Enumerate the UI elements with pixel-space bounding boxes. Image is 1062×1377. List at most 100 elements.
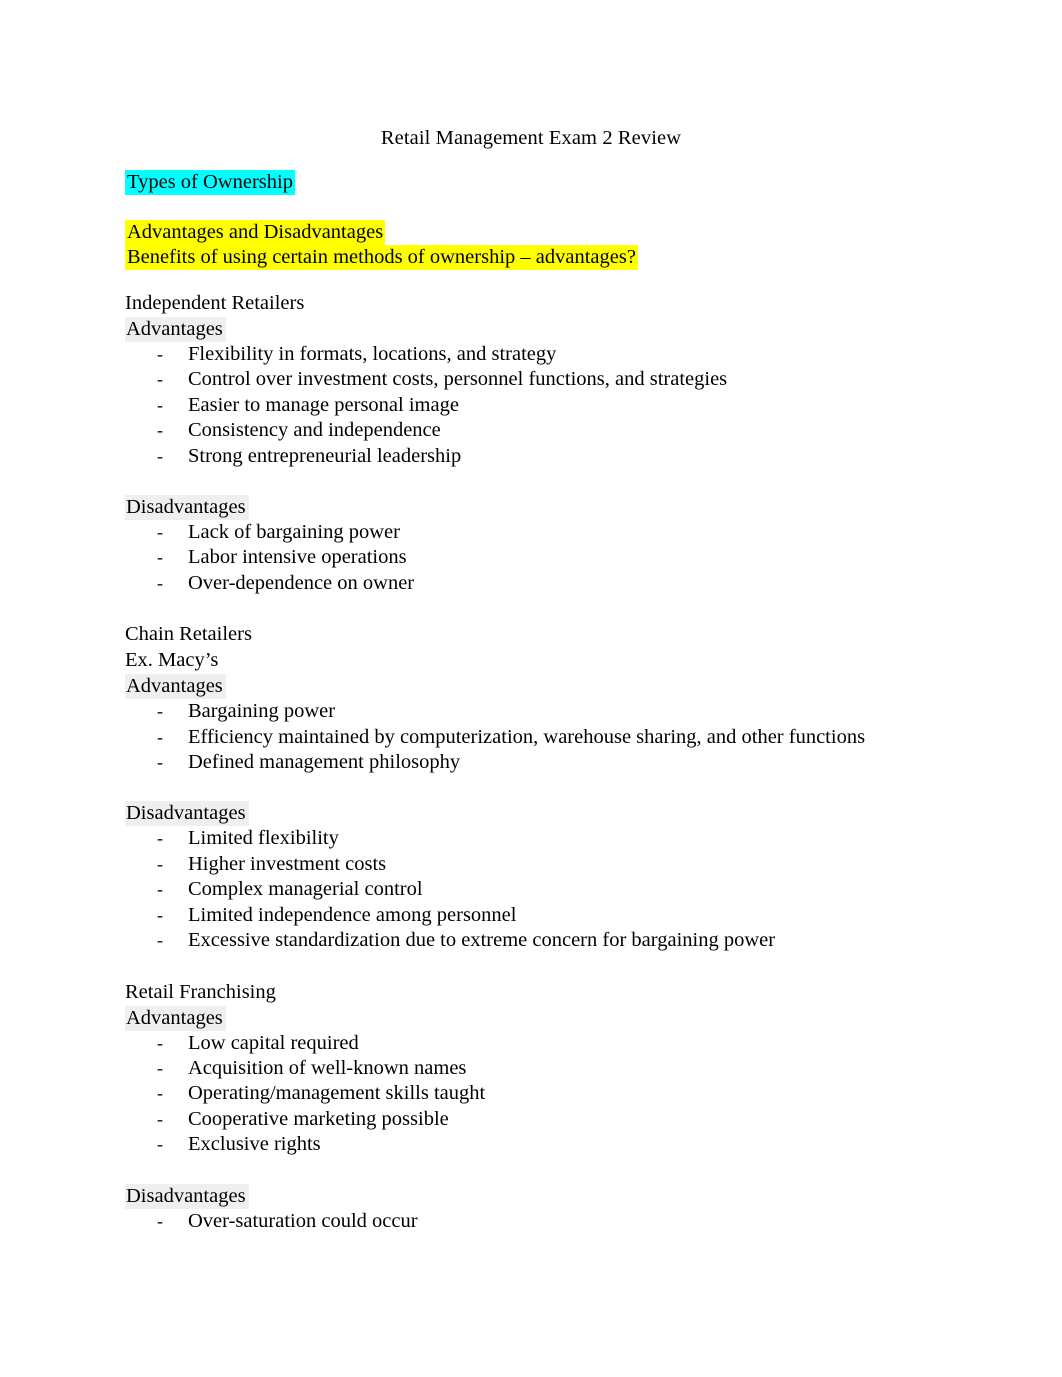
list-item: - Over-saturation could occur [125, 1209, 1005, 1234]
disadvantages-list: - Lack of bargaining power - Labor intensi… [125, 520, 1005, 596]
list-item-text: Control over investment costs, personnel… [188, 368, 728, 391]
section-chain-retailers: Chain Retailers Ex. Macy’s Advantages - B… [125, 621, 1005, 953]
bullet-dash-icon: - [157, 344, 163, 364]
list-item-text: Higher investment costs [188, 852, 387, 875]
list-item-text: Limited independence among personnel [188, 903, 517, 926]
prompt-line-1: Advantages and Disadvantages [125, 220, 1005, 245]
document-body: Types of Ownership Advantages and Disadv… [125, 170, 1005, 1234]
bullet-dash-icon: - [157, 904, 163, 925]
bullet-dash-icon: - [157, 445, 163, 466]
bullet-dash-icon: - [157, 572, 163, 593]
section-example: Ex. Macy’s [125, 649, 219, 672]
list-item: - Complex managerial control [125, 877, 1005, 902]
list-item-text: Cooperative marketing possible [188, 1107, 449, 1130]
list-item: - Bargaining power [125, 699, 1005, 724]
list-item: - Low capital required [125, 1031, 1005, 1056]
list-item-text: Flexibility in formats, locations, and s… [188, 343, 557, 365]
list-item: - Lack of bargaining power [125, 520, 1005, 545]
disadvantages-list: - Over-saturation could occur [125, 1209, 1005, 1234]
bullet-dash-icon: - [157, 1108, 163, 1129]
list-item: - Easier to manage personal image [125, 393, 1005, 418]
advantages-heading: Advantages [125, 316, 1005, 342]
bullet-dash-icon: - [157, 1210, 163, 1231]
prompt-line-2-highlighted: Benefits of using certain methods of own… [125, 245, 638, 270]
list-item-text: Over-dependence on owner [188, 571, 415, 594]
advantages-list: - Low capital required - Acquisition of we… [125, 1031, 1005, 1158]
advantages-list: - Bargaining power - Efficiency maintained… [125, 699, 1005, 775]
list-item-text: Labor intensive operations [188, 546, 407, 569]
section-heading: Retail Franchising [125, 980, 276, 1003]
disadvantages-heading: Disadvantages [125, 494, 1005, 521]
topic-heading-line: Types of Ownership [125, 170, 1005, 195]
list-item: - Strong entrepreneurial leadership [125, 444, 1005, 469]
list-item: - Limited flexibility [125, 826, 1005, 851]
prompt-line-2: Benefits of using certain methods of own… [125, 245, 1005, 270]
section-heading: Independent Retailers [125, 292, 305, 314]
list-item: - Higher investment costs [125, 852, 1005, 877]
bullet-dash-icon: - [157, 879, 163, 900]
list-item-text: Defined management philosophy [188, 751, 461, 774]
advantages-list: - Flexibility in formats, locations, and … [125, 342, 1005, 469]
list-item: - Exclusive rights [125, 1132, 1005, 1157]
bullet-dash-icon: - [157, 853, 163, 874]
list-item-text: Exclusive rights [188, 1133, 321, 1156]
list-item: - Control over investment costs, personne… [125, 367, 1005, 392]
section-heading: Chain Retailers [125, 623, 252, 646]
bullet-dash-icon: - [157, 1083, 163, 1104]
section-independent-retailers: Independent Retailers Advantages - Flexib… [125, 290, 1005, 596]
page-title: Retail Management Exam 2 Review [380, 127, 682, 149]
advantages-heading: Advantages [125, 673, 1005, 700]
list-item: - Labor intensive operations [125, 545, 1005, 570]
disadvantages-heading: Disadvantages [125, 1183, 1005, 1209]
bullet-dash-icon: - [157, 522, 163, 543]
bullet-dash-icon: - [157, 828, 163, 849]
list-item-text: Complex managerial control [188, 878, 423, 901]
list-item: - Operating/management skills taught [125, 1081, 1005, 1106]
bullet-dash-icon: - [157, 394, 163, 415]
bullet-dash-icon: - [157, 930, 163, 951]
list-item: - Flexibility in formats, locations, and … [125, 342, 1005, 367]
list-item: - Acquisition of well-known names [125, 1056, 1005, 1081]
list-item-text: Over-saturation could occur [188, 1209, 418, 1232]
list-item-text: Lack of bargaining power [188, 521, 400, 544]
bullet-dash-icon: - [157, 1134, 163, 1155]
bullet-dash-icon: - [157, 547, 163, 568]
list-item-text: Operating/management skills taught [188, 1082, 486, 1105]
list-item: - Consistency and independence [125, 418, 1005, 443]
disadvantages-heading: Disadvantages [125, 800, 1005, 827]
list-item: - Efficiency maintained by computerizatio… [125, 725, 1005, 750]
list-item-text: Consistency and independence [188, 419, 441, 442]
list-item-text: Acquisition of well-known names [188, 1056, 467, 1079]
bullet-dash-icon: - [157, 1032, 163, 1053]
bullet-dash-icon: - [157, 752, 163, 773]
prompt-line-1-highlighted: Advantages and Disadvantages [125, 220, 386, 245]
bullet-dash-icon: - [157, 420, 163, 441]
advantages-heading: Advantages [125, 1005, 1005, 1031]
list-item-text: Low capital required [188, 1031, 359, 1054]
topic-heading-highlighted: Types of Ownership [125, 170, 295, 195]
list-item-text: Easier to manage personal image [188, 393, 459, 416]
list-item-text: Limited flexibility [188, 827, 339, 850]
list-item-text: Bargaining power [188, 700, 336, 723]
list-item: - Limited independence among personnel [125, 903, 1005, 928]
list-item-text: Efficiency maintained by computerization… [188, 725, 866, 748]
list-item: - Excessive standardization due to extrem… [125, 928, 1005, 953]
bullet-dash-icon: - [157, 1057, 163, 1078]
list-item-text: Strong entrepreneurial leadership [188, 444, 462, 467]
list-item: - Cooperative marketing possible [125, 1107, 1005, 1132]
bullet-dash-icon: - [157, 701, 163, 722]
document-page: Retail Management Exam 2 Review Types of… [0, 0, 1062, 1377]
section-retail-franchising: Retail Franchising Advantages - Low capit… [125, 979, 1005, 1234]
list-item-text: Excessive standardization due to extreme… [188, 929, 776, 952]
list-item: - Over-dependence on owner [125, 571, 1005, 596]
bullet-dash-icon: - [157, 369, 163, 390]
list-item: - Defined management philosophy [125, 750, 1005, 775]
bullet-dash-icon: - [157, 726, 163, 747]
